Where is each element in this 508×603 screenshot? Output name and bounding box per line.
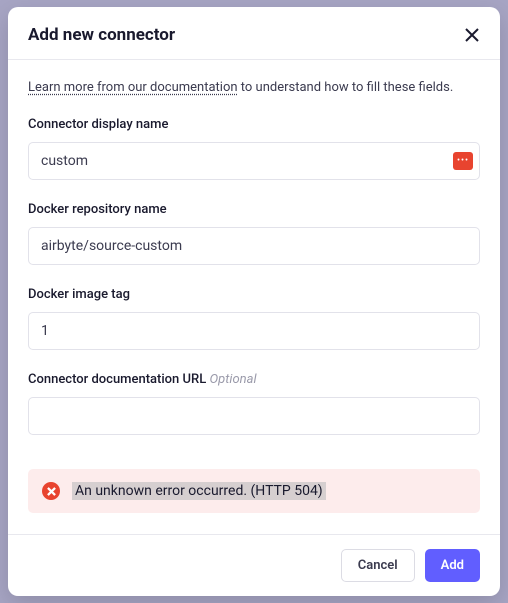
documentation-link[interactable]: Learn more from our documentation [28, 80, 238, 95]
doc-url-label-text: Connector documentation URL [28, 372, 206, 387]
cancel-button[interactable]: Cancel [341, 549, 415, 582]
docker-tag-label: Docker image tag [28, 287, 480, 302]
error-message-box: An unknown error occurred. (HTTP 504) [28, 469, 480, 513]
display-name-label: Connector display name [28, 117, 480, 132]
add-connector-modal: Add new connector Learn more from our do… [8, 7, 500, 596]
modal-body: Learn more from our documentation to und… [8, 60, 500, 534]
help-text: Learn more from our documentation to und… [28, 80, 480, 95]
field-display-name: Connector display name ••• [28, 117, 480, 180]
docker-repo-label: Docker repository name [28, 202, 480, 217]
modal-title: Add new connector [28, 25, 175, 45]
display-name-input[interactable] [28, 142, 480, 180]
modal-header: Add new connector [8, 7, 500, 60]
optional-tag: Optional [209, 372, 256, 387]
modal-footer: Cancel Add [8, 534, 500, 596]
docker-tag-input[interactable] [28, 312, 480, 350]
error-text: An unknown error occurred. (HTTP 504) [72, 482, 326, 500]
doc-url-label: Connector documentation URL Optional [28, 372, 480, 387]
doc-url-input[interactable] [28, 397, 480, 435]
field-docker-tag: Docker image tag [28, 287, 480, 350]
password-manager-icon[interactable]: ••• [453, 152, 473, 170]
docker-repo-input[interactable] [28, 227, 480, 265]
error-icon [42, 482, 60, 500]
help-text-rest: to understand how to fill these fields. [238, 80, 454, 95]
field-docker-repo: Docker repository name [28, 202, 480, 265]
add-button[interactable]: Add [425, 549, 480, 582]
close-icon[interactable] [464, 27, 480, 43]
field-doc-url: Connector documentation URL Optional [28, 372, 480, 435]
